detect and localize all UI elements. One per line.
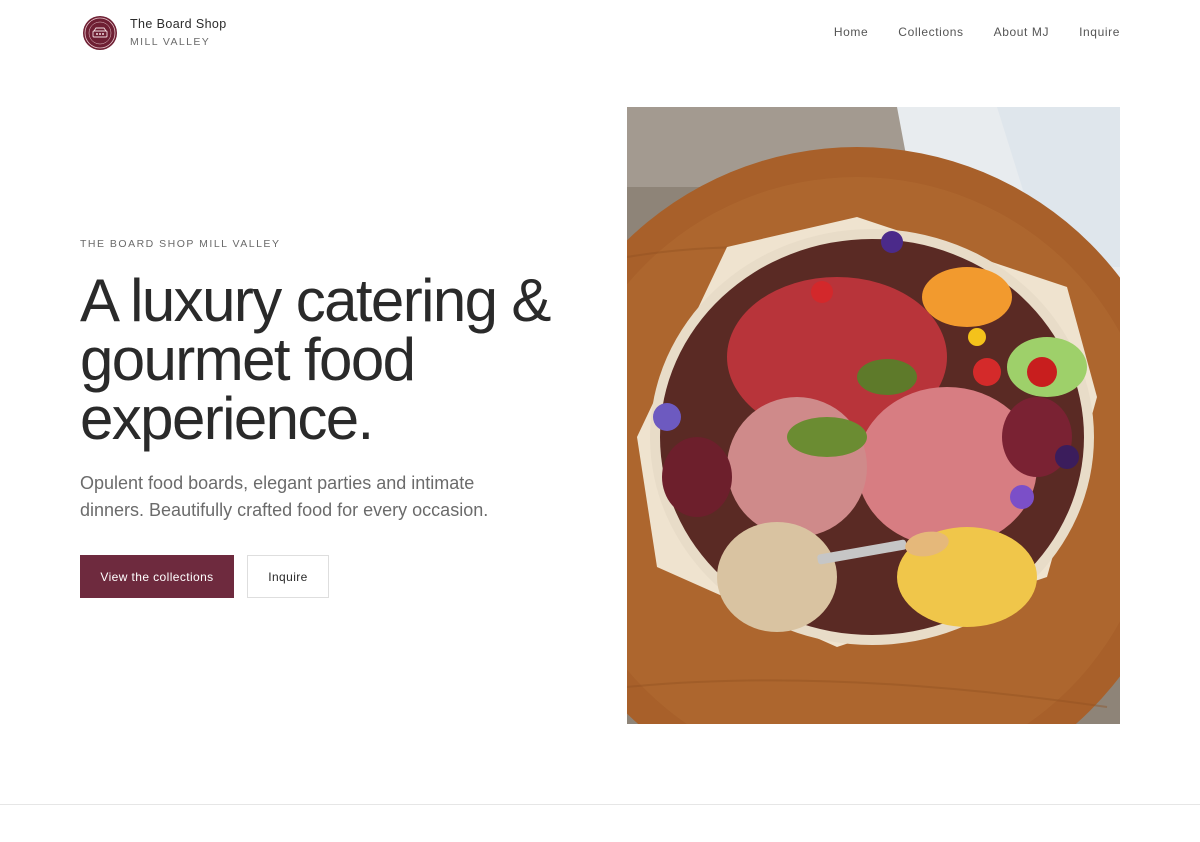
brand-name: The Board Shop xyxy=(130,17,227,31)
inquire-button[interactable]: Inquire xyxy=(247,555,329,598)
site-header: The Board Shop MILL VALLEY Home Collecti… xyxy=(0,0,1200,66)
view-collections-button[interactable]: View the collections xyxy=(80,555,234,598)
brand-text: The Board Shop MILL VALLEY xyxy=(130,17,227,49)
nav-item-collections[interactable]: Collections xyxy=(898,24,963,40)
section-divider xyxy=(0,804,1200,805)
hero-actions: View the collections Inquire xyxy=(80,555,550,598)
nav-item-inquire[interactable]: Inquire xyxy=(1079,24,1120,40)
page: The Board Shop MILL VALLEY Home Collecti… xyxy=(0,0,1200,842)
brand-location: MILL VALLEY xyxy=(130,36,211,48)
round-emblem-logo-icon xyxy=(83,16,117,50)
nav-item-home[interactable]: Home xyxy=(834,24,868,40)
brand-home-link[interactable]: The Board Shop MILL VALLEY xyxy=(83,16,227,50)
hero-text: THE BOARD SHOP MILL VALLEY A luxury cate… xyxy=(80,237,551,598)
hero-title: A luxury catering & gourmet food experie… xyxy=(80,267,551,452)
nav-item-about[interactable]: About MJ xyxy=(994,24,1050,40)
charcuterie-board-photo xyxy=(627,107,1120,724)
main-nav: Home Collections About MJ Inquire xyxy=(834,24,1120,40)
hero-description: Opulent food boards, elegant parties and… xyxy=(80,473,489,520)
hero-eyebrow: THE BOARD SHOP MILL VALLEY xyxy=(80,238,281,250)
